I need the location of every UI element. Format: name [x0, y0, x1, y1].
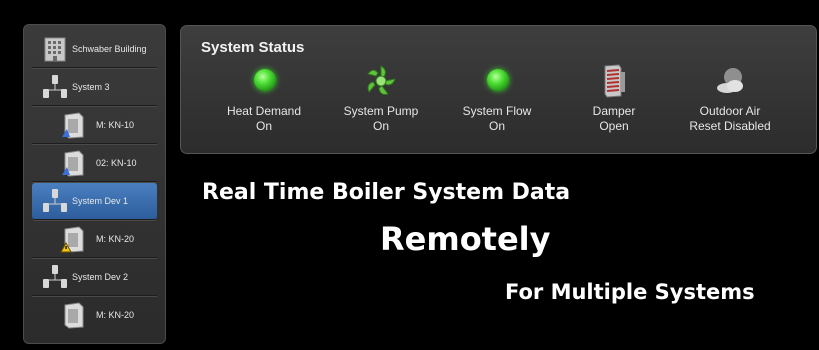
- sidebar-item-m-kn-10[interactable]: M: KN-10: [32, 107, 157, 144]
- system-status-panel: System Status Heat Demand On System Pump…: [180, 25, 817, 154]
- sidebar-item-label: System Dev 2: [72, 272, 129, 282]
- status-label: Heat Demand: [226, 104, 302, 118]
- status-label: Outdoor Air: [699, 104, 761, 118]
- sidebar-item-schwaber-building[interactable]: Schwaber Building: [32, 31, 157, 68]
- system-tree-icon: [42, 73, 68, 101]
- headline-multiple-systems: For Multiple Systems: [505, 280, 755, 304]
- boiler-icon: [60, 149, 86, 177]
- sidebar-item-label: Schwaber Building: [72, 44, 147, 54]
- sidebar-item-label: System Dev 1: [72, 196, 129, 206]
- system-tree-icon: [42, 187, 68, 215]
- pump-icon: [364, 64, 398, 98]
- sidebar-item-label: M: KN-10: [96, 120, 135, 130]
- boiler-icon: [60, 301, 86, 329]
- status-value: Open: [599, 119, 629, 133]
- green-led-icon: [480, 64, 514, 98]
- system-sidebar: Schwaber Building System 3 M: KN-10 02: …: [23, 24, 166, 344]
- system-flow-status: System Flow On: [442, 64, 552, 134]
- headline-remotely: Remotely: [380, 220, 551, 258]
- heat-demand-status: Heat Demand On: [209, 64, 319, 134]
- headline-real-time: Real Time Boiler System Data: [202, 180, 571, 205]
- green-led-icon: [247, 64, 281, 98]
- boiler-icon: [60, 111, 86, 139]
- outdoor-air-icon: [713, 64, 747, 98]
- sidebar-item-m-kn-20[interactable]: M: KN-20: [32, 221, 157, 258]
- sidebar-item-label: M: KN-20: [96, 234, 135, 244]
- sidebar-item-label: 02: KN-10: [96, 158, 137, 168]
- boiler-warning-icon: [60, 225, 86, 253]
- status-value: Reset Disabled: [689, 119, 771, 133]
- damper-icon: [597, 64, 631, 98]
- status-value: On: [255, 119, 272, 133]
- building-icon: [42, 35, 68, 63]
- sidebar-item-label: M: KN-20: [96, 310, 135, 320]
- status-value: On: [372, 119, 389, 133]
- sidebar-item-system-3[interactable]: System 3: [32, 69, 157, 106]
- status-label: System Pump: [343, 104, 419, 118]
- system-pump-status: System Pump On: [326, 64, 436, 134]
- status-label: Damper: [592, 104, 636, 118]
- damper-status: Damper Open: [559, 64, 669, 134]
- panel-title: System Status: [201, 39, 305, 56]
- sidebar-item-m-kn-20-b[interactable]: M: KN-20: [32, 297, 157, 333]
- system-tree-icon: [42, 263, 68, 291]
- status-label: System Flow: [462, 104, 532, 118]
- sidebar-item-system-dev-2[interactable]: System Dev 2: [32, 259, 157, 296]
- status-value: On: [488, 119, 505, 133]
- sidebar-item-label: System 3: [72, 82, 110, 92]
- outdoor-air-status: Outdoor Air Reset Disabled: [675, 64, 785, 134]
- sidebar-item-02-kn-10[interactable]: 02: KN-10: [32, 145, 157, 182]
- sidebar-item-system-dev-1[interactable]: System Dev 1: [32, 183, 157, 220]
